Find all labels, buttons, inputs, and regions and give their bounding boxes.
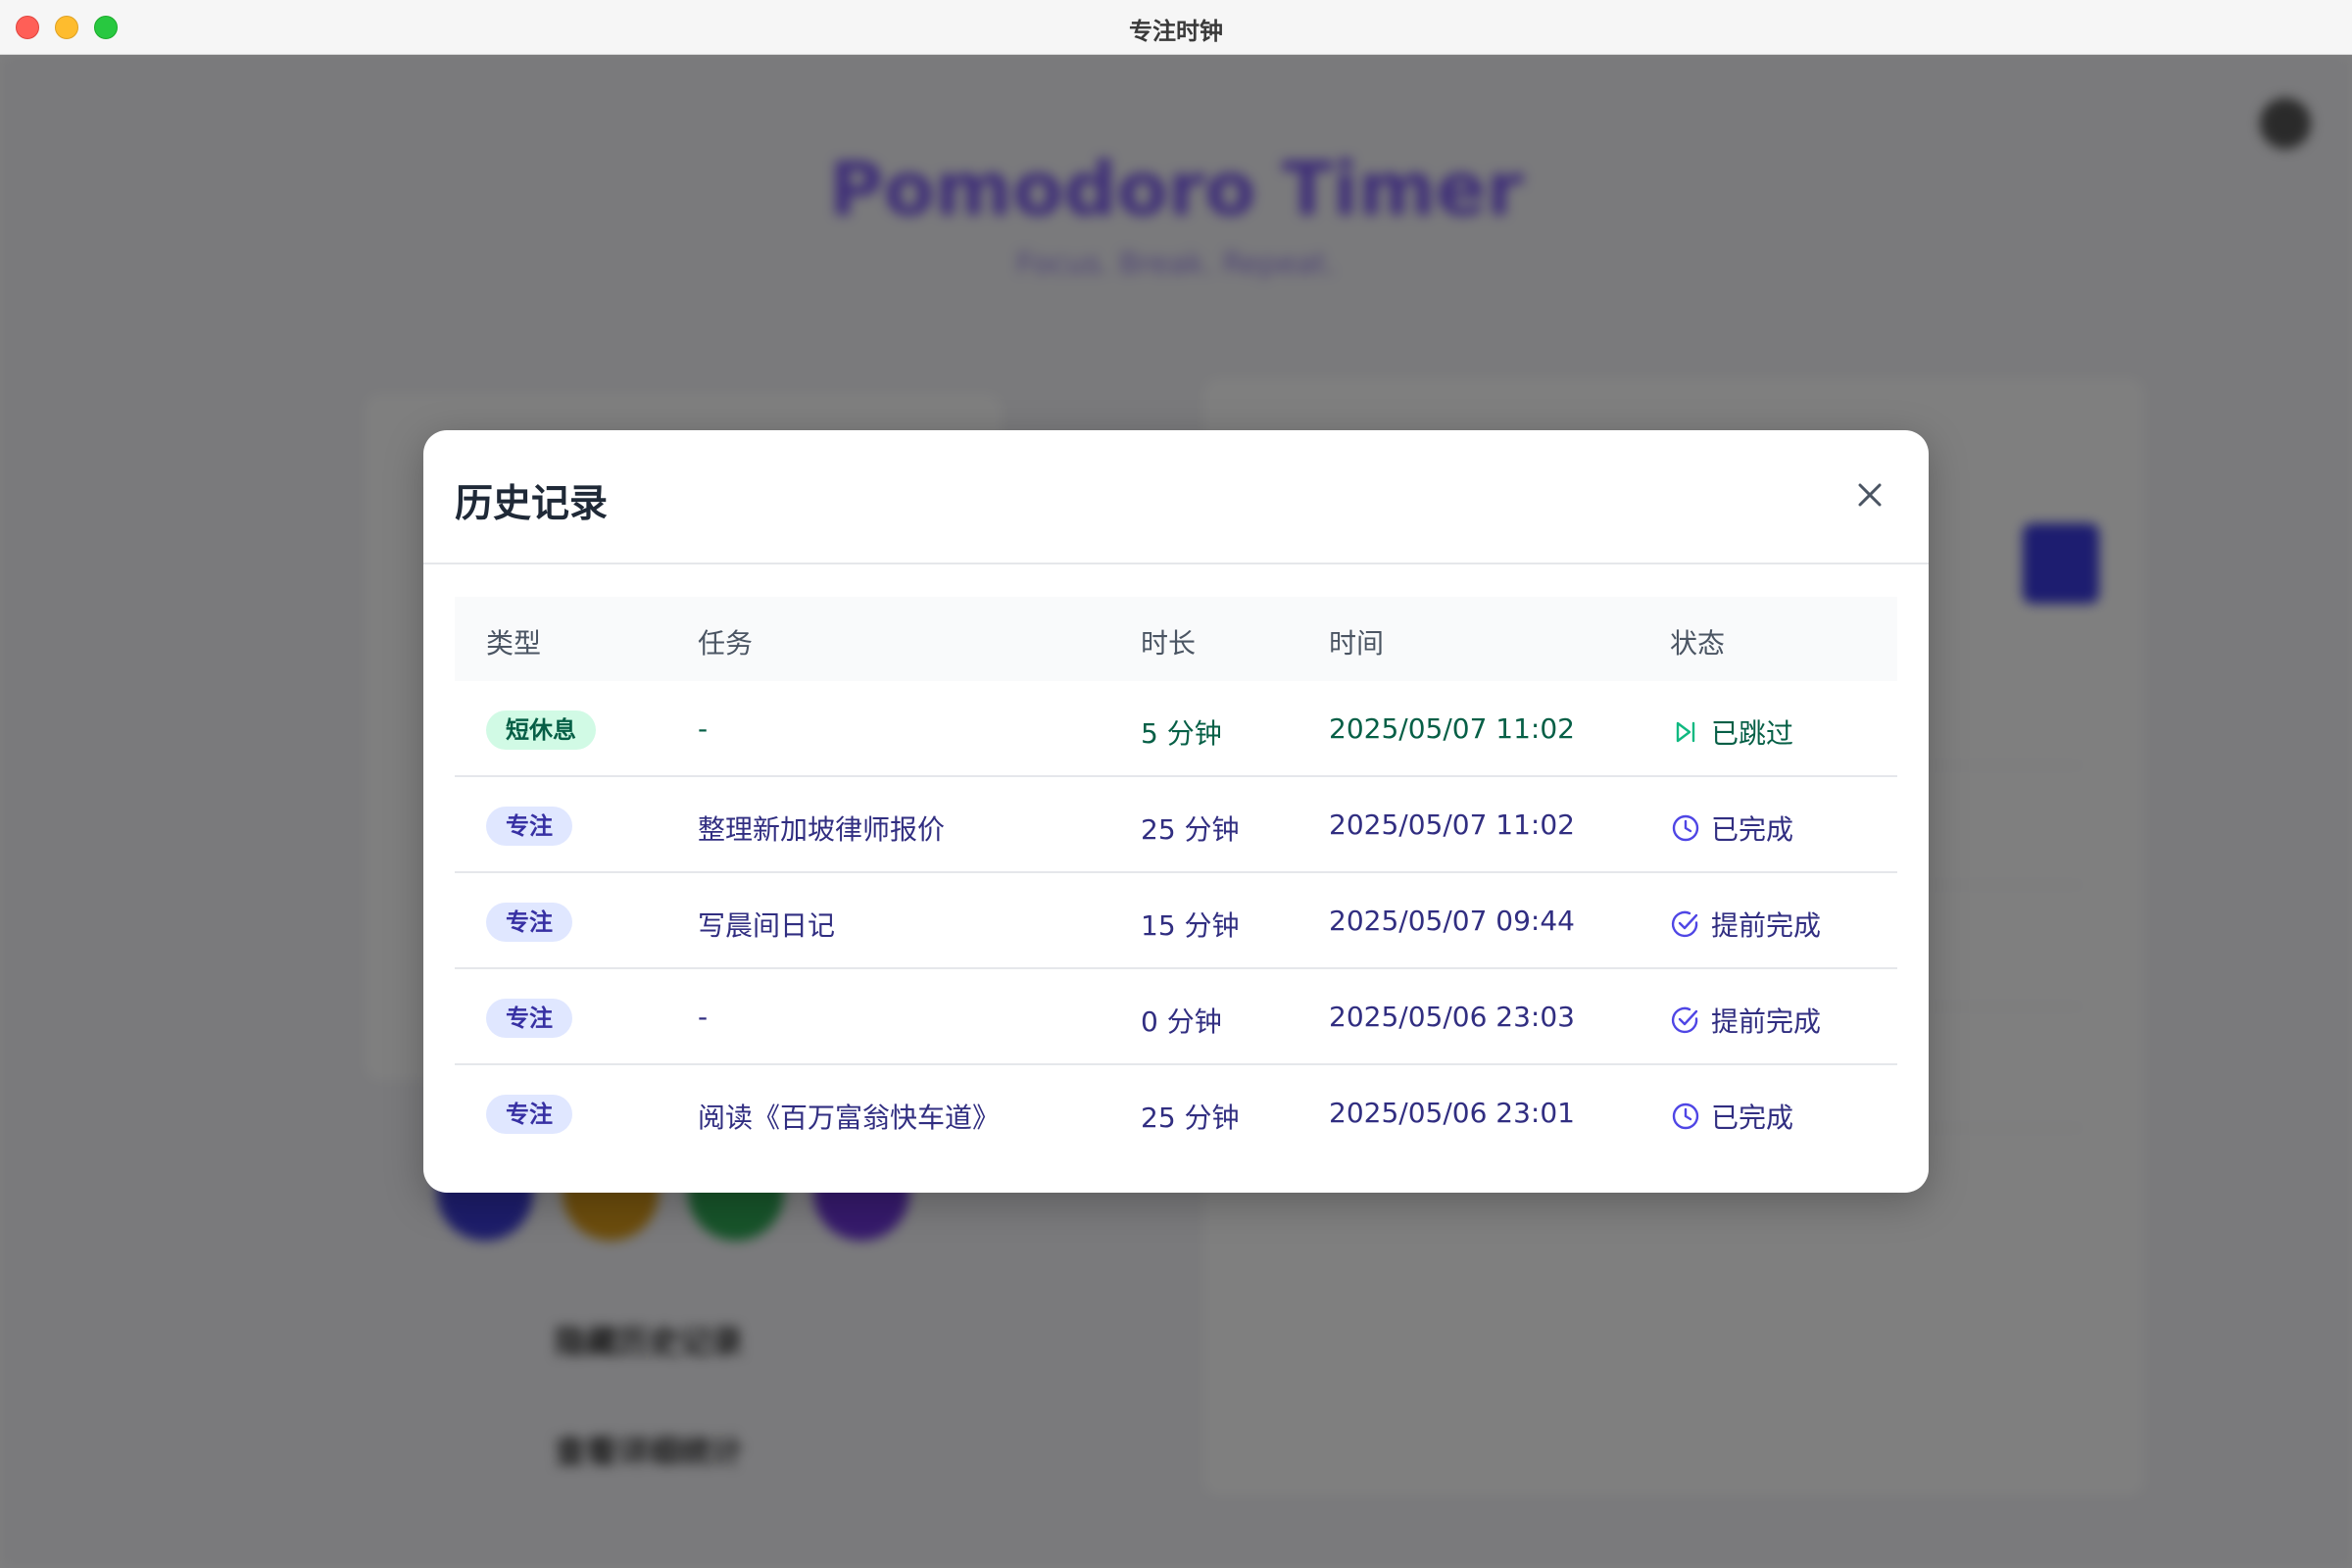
duration-cell: 25 分钟 — [1141, 813, 1240, 846]
type-badge: 专注 — [486, 1095, 572, 1134]
table-row: 专注 写晨间日记 15 分钟 2025/05/07 09:44 提前完成 — [455, 873, 1897, 969]
window-titlebar: 专注时钟 — [0, 0, 2352, 55]
status-label: 已跳过 — [1711, 717, 1794, 750]
status-cell: 已完成 — [1670, 808, 1793, 848]
column-header-duration: 时长 — [1141, 627, 1197, 660]
status-label: 已完成 — [1711, 1102, 1794, 1134]
time-cell: 2025/05/06 23:03 — [1329, 1001, 1575, 1033]
history-modal: 历史记录 类型 任务 时长 时间 状态 短休息 - 5 分钟 2025/05/0… — [423, 430, 1929, 1193]
task-cell: - — [698, 712, 709, 745]
table-header: 类型 任务 时长 时间 状态 — [455, 597, 1897, 681]
window-title: 专注时钟 — [1129, 18, 1223, 45]
duration-cell: 5 分钟 — [1141, 717, 1222, 750]
type-cell: 专注 — [486, 999, 572, 1038]
time-cell: 2025/05/07 11:02 — [1329, 712, 1575, 745]
status-cell: 已完成 — [1670, 1097, 1793, 1136]
task-cell: 阅读《百万富翁快车道》 — [698, 1102, 1001, 1134]
type-cell: 专注 — [486, 1095, 572, 1134]
clock-icon — [1672, 1102, 1699, 1130]
status-cell: 提前完成 — [1670, 1001, 1821, 1040]
column-header-status: 状态 — [1670, 627, 1726, 660]
modal-header: 历史记录 — [423, 430, 1929, 564]
task-cell: 整理新加坡律师报价 — [698, 813, 946, 846]
modal-title: 历史记录 — [455, 482, 609, 526]
status-cell: 提前完成 — [1670, 905, 1821, 944]
type-cell: 专注 — [486, 903, 572, 942]
history-table: 类型 任务 时长 时间 状态 短休息 - 5 分钟 2025/05/07 11:… — [455, 597, 1897, 1161]
type-cell: 专注 — [486, 807, 572, 846]
time-cell: 2025/05/07 09:44 — [1329, 905, 1575, 937]
task-cell: - — [698, 1001, 709, 1033]
clock-icon — [1672, 814, 1699, 842]
status-label: 提前完成 — [1711, 909, 1822, 942]
type-badge: 专注 — [486, 999, 572, 1038]
check-circle-icon — [1671, 1006, 1698, 1034]
task-cell: 写晨间日记 — [698, 909, 836, 942]
table-row: 专注 整理新加坡律师报价 25 分钟 2025/05/07 11:02 已完成 — [455, 777, 1897, 873]
duration-cell: 15 分钟 — [1141, 909, 1240, 942]
column-header-type: 类型 — [486, 627, 542, 660]
table-row: 专注 - 0 分钟 2025/05/06 23:03 提前完成 — [455, 969, 1897, 1065]
close-icon — [1858, 483, 1882, 507]
table-row: 短休息 - 5 分钟 2025/05/07 11:02 已跳过 — [455, 681, 1897, 777]
status-cell: 已跳过 — [1670, 712, 1793, 752]
time-cell: 2025/05/06 23:01 — [1329, 1097, 1575, 1129]
skip-forward-icon — [1676, 721, 1695, 743]
close-button[interactable] — [1844, 469, 1895, 520]
type-badge: 专注 — [486, 807, 572, 846]
type-badge: 短休息 — [486, 710, 596, 750]
table-row: 专注 阅读《百万富翁快车道》 25 分钟 2025/05/06 23:01 已完… — [455, 1065, 1897, 1161]
type-cell: 短休息 — [486, 710, 596, 750]
duration-cell: 0 分钟 — [1141, 1005, 1222, 1038]
check-circle-icon — [1671, 910, 1698, 938]
column-header-task: 任务 — [698, 627, 754, 660]
column-header-time: 时间 — [1329, 627, 1385, 660]
duration-cell: 25 分钟 — [1141, 1102, 1240, 1134]
time-cell: 2025/05/07 11:02 — [1329, 808, 1575, 841]
status-label: 提前完成 — [1711, 1005, 1822, 1038]
type-badge: 专注 — [486, 903, 572, 942]
status-label: 已完成 — [1711, 813, 1794, 846]
